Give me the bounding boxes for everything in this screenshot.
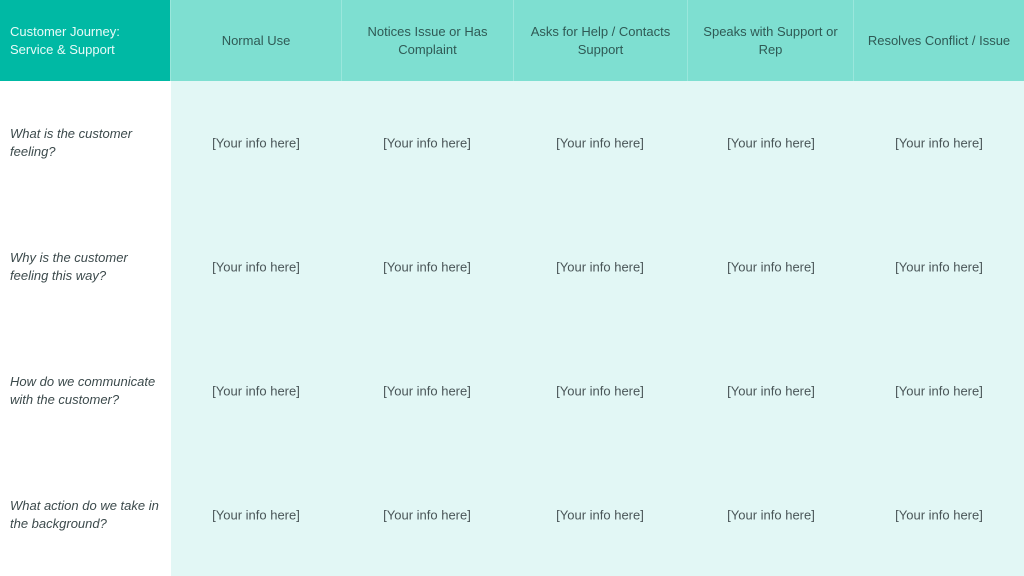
row-question-background-action: What action do we take in the background… — [10, 498, 159, 531]
journey-grid: [Your info here] [Your info here] [Your in… — [171, 81, 1024, 576]
info-cell[interactable]: [Your info here] — [727, 260, 815, 275]
info-cell[interactable]: [Your info here] — [556, 508, 644, 523]
info-cell[interactable]: [Your info here] — [383, 508, 471, 523]
info-cell[interactable]: [Your info here] — [556, 384, 644, 399]
journey-header: Customer Journey: Service & Support Norm… — [0, 0, 1024, 81]
info-cell[interactable]: [Your info here] — [727, 508, 815, 523]
info-cell[interactable]: [Your info here] — [895, 384, 983, 399]
stage-header-normal-use: Normal Use — [170, 0, 341, 81]
info-cell[interactable]: [Your info here] — [556, 260, 644, 275]
row-question-communicate: How do we communicate with the customer? — [10, 374, 156, 407]
info-cell[interactable]: [Your info here] — [556, 136, 644, 151]
info-cell[interactable]: [Your info here] — [727, 136, 815, 151]
info-cell[interactable]: [Your info here] — [727, 384, 815, 399]
info-cell[interactable]: [Your info here] — [895, 136, 983, 151]
journey-title: Customer Journey: Service & Support — [0, 0, 170, 81]
row-question-feeling: What is the customer feeling? — [10, 126, 133, 159]
row-labels-column: What is the customer feeling? Why is the… — [0, 81, 171, 576]
stage-header-asks-for-help: Asks for Help / Contacts Support — [513, 0, 687, 81]
journey-body: What is the customer feeling? Why is the… — [0, 81, 1024, 576]
info-cell[interactable]: [Your info here] — [212, 136, 300, 151]
info-cell[interactable]: [Your info here] — [383, 136, 471, 151]
info-cell[interactable]: [Your info here] — [895, 260, 983, 275]
stage-header-notices-issue: Notices Issue or Has Complaint — [341, 0, 513, 81]
info-cell[interactable]: [Your info here] — [383, 384, 471, 399]
stage-header-resolves-conflict: Resolves Conflict / Issue — [853, 0, 1024, 81]
info-cell[interactable]: [Your info here] — [212, 508, 300, 523]
info-cell[interactable]: [Your info here] — [383, 260, 471, 275]
info-cell[interactable]: [Your info here] — [895, 508, 983, 523]
info-cell[interactable]: [Your info here] — [212, 260, 300, 275]
stage-header-speaks-with-support: Speaks with Support or Rep — [687, 0, 853, 81]
info-cell[interactable]: [Your info here] — [212, 384, 300, 399]
row-question-why: Why is the customer feeling this way? — [10, 250, 128, 283]
